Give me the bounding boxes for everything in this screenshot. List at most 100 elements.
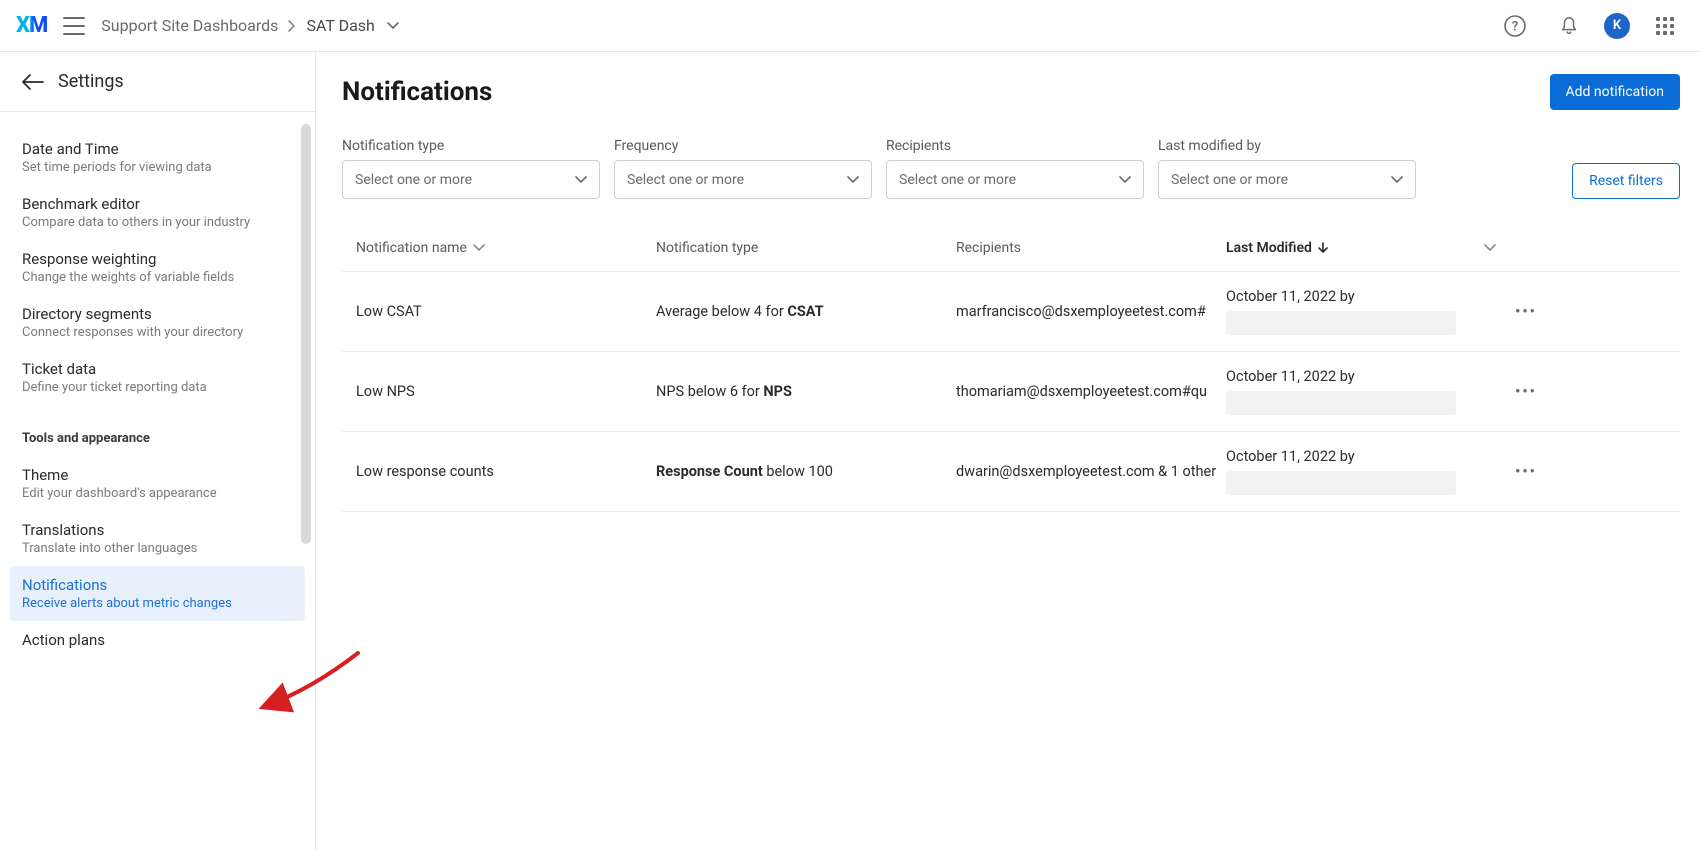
avatar[interactable]: K (1604, 13, 1630, 39)
sidebar: Settings Date and Time Set time periods … (0, 52, 316, 850)
sidebar-item-sub: Edit your dashboard's appearance (22, 486, 293, 501)
redacted-name (1226, 471, 1456, 495)
sidebar-item-title: Response weighting (22, 250, 293, 268)
th-label: Notification name (356, 240, 467, 256)
modified-date: October 11, 2022 by (1226, 368, 1496, 385)
cell-name: Low NPS (356, 383, 656, 400)
sidebar-item-translations[interactable]: Translations Translate into other langua… (0, 511, 315, 566)
modified-date: October 11, 2022 by (1226, 288, 1496, 305)
chevron-down-icon (1119, 176, 1131, 184)
cell-type: Average below 4 for CSAT (656, 303, 956, 320)
chevron-down-icon (1394, 244, 1496, 252)
sidebar-item-sub: Compare data to others in your industry (22, 215, 293, 230)
sidebar-item-title: Action plans (22, 631, 293, 649)
chevron-down-icon (847, 176, 859, 184)
th-type[interactable]: Notification type (656, 240, 956, 256)
select-placeholder: Select one or more (355, 172, 472, 188)
cell-name: Low response counts (356, 463, 656, 480)
sidebar-item-ticket-data[interactable]: Ticket data Define your ticket reporting… (0, 350, 315, 405)
type-bold: Response Count (656, 463, 763, 480)
sidebar-item-title: Theme (22, 466, 293, 484)
select-placeholder: Select one or more (627, 172, 744, 188)
filter-label-modifiedby: Last modified by (1158, 138, 1416, 154)
filter-select-type[interactable]: Select one or more (342, 160, 600, 199)
reset-filters-button[interactable]: Reset filters (1572, 163, 1680, 199)
chevron-right-icon (288, 20, 296, 32)
chevron-down-icon[interactable] (387, 22, 399, 30)
settings-title: Settings (58, 71, 124, 92)
th-name[interactable]: Notification name (356, 240, 656, 256)
chevron-down-icon (473, 244, 485, 252)
filter-select-frequency[interactable]: Select one or more (614, 160, 872, 199)
th-modified[interactable]: Last Modified (1226, 240, 1496, 256)
sidebar-item-sub: Receive alerts about metric changes (22, 596, 293, 611)
page-title: Notifications (342, 77, 492, 107)
table-row[interactable]: Low CSAT Average below 4 for CSAT marfra… (342, 271, 1680, 351)
filter-label-type: Notification type (342, 138, 600, 154)
table-header: Notification name Notification type Reci… (342, 225, 1680, 271)
breadcrumb-current[interactable]: SAT Dash (306, 16, 374, 35)
type-bold: NPS (763, 383, 792, 400)
sidebar-item-directory-segments[interactable]: Directory segments Connect responses wit… (0, 295, 315, 350)
sidebar-item-notifications[interactable]: Notifications Receive alerts about metri… (10, 566, 305, 621)
modified-date: October 11, 2022 by (1226, 448, 1496, 465)
logo-xm[interactable]: XM (16, 13, 47, 38)
row-actions-button[interactable]: ••• (1496, 383, 1556, 400)
filter-label-frequency: Frequency (614, 138, 872, 154)
main-content: Notifications Add notification Notificat… (316, 52, 1700, 850)
sidebar-item-title: Notifications (22, 576, 293, 594)
sidebar-item-title: Benchmark editor (22, 195, 293, 213)
row-actions-button[interactable]: ••• (1496, 463, 1556, 480)
top-bar: XM Support Site Dashboards SAT Dash ? K (0, 0, 1700, 52)
cell-modified: October 11, 2022 by (1226, 368, 1496, 415)
sidebar-scroll[interactable]: Date and Time Set time periods for viewi… (0, 112, 315, 850)
back-arrow-icon[interactable] (22, 74, 44, 90)
sort-desc-icon (1318, 242, 1328, 254)
sidebar-item-title: Translations (22, 521, 293, 539)
sidebar-item-sub: Connect responses with your directory (22, 325, 293, 340)
filter-label-recipients: Recipients (886, 138, 1144, 154)
filter-select-recipients[interactable]: Select one or more (886, 160, 1144, 199)
select-placeholder: Select one or more (1171, 172, 1288, 188)
bell-icon[interactable] (1550, 7, 1588, 45)
row-actions-button[interactable]: ••• (1496, 303, 1556, 320)
sidebar-item-action-plans[interactable]: Action plans (0, 621, 315, 659)
chevron-down-icon (1391, 176, 1403, 184)
sidebar-item-benchmark[interactable]: Benchmark editor Compare data to others … (0, 185, 315, 240)
sidebar-item-theme[interactable]: Theme Edit your dashboard's appearance (0, 456, 315, 511)
type-prefix: NPS below 6 for (656, 383, 763, 400)
breadcrumb: Support Site Dashboards SAT Dash (101, 16, 399, 35)
breadcrumb-parent[interactable]: Support Site Dashboards (101, 16, 278, 35)
sidebar-scrollbar-thumb[interactable] (301, 124, 311, 544)
th-label: Last Modified (1226, 240, 1312, 256)
sidebar-item-sub: Change the weights of variable fields (22, 270, 293, 285)
table-row[interactable]: Low response counts Response Count below… (342, 431, 1680, 512)
th-recipients[interactable]: Recipients (956, 240, 1226, 256)
sidebar-item-sub: Translate into other languages (22, 541, 293, 556)
apps-grid-icon[interactable] (1646, 7, 1684, 45)
sidebar-item-date-time[interactable]: Date and Time Set time periods for viewi… (0, 130, 315, 185)
type-bold: CSAT (787, 303, 823, 320)
cell-recipients: thomariam@dsxemployeetest.com#qu (956, 383, 1226, 400)
add-notification-button[interactable]: Add notification (1550, 74, 1681, 110)
sidebar-item-sub: Define your ticket reporting data (22, 380, 293, 395)
type-suffix: below 100 (763, 463, 833, 480)
redacted-name (1226, 391, 1456, 415)
th-label: Notification type (656, 240, 758, 256)
sidebar-item-title: Ticket data (22, 360, 293, 378)
svg-text:?: ? (1512, 19, 1518, 34)
table-row[interactable]: Low NPS NPS below 6 for NPS thomariam@ds… (342, 351, 1680, 431)
cell-type: Response Count below 100 (656, 463, 956, 480)
sidebar-item-response-weighting[interactable]: Response weighting Change the weights of… (0, 240, 315, 295)
settings-header: Settings (0, 52, 315, 112)
type-prefix: Average below 4 for (656, 303, 787, 320)
filters-row: Notification type Select one or more Fre… (342, 138, 1680, 199)
hamburger-menu-icon[interactable] (63, 17, 85, 35)
select-placeholder: Select one or more (899, 172, 1016, 188)
help-icon[interactable]: ? (1496, 7, 1534, 45)
th-label: Recipients (956, 240, 1021, 256)
cell-name: Low CSAT (356, 303, 656, 320)
cell-recipients: dwarin@dsxemployeetest.com & 1 other (956, 463, 1226, 480)
cell-modified: October 11, 2022 by (1226, 288, 1496, 335)
filter-select-modifiedby[interactable]: Select one or more (1158, 160, 1416, 199)
